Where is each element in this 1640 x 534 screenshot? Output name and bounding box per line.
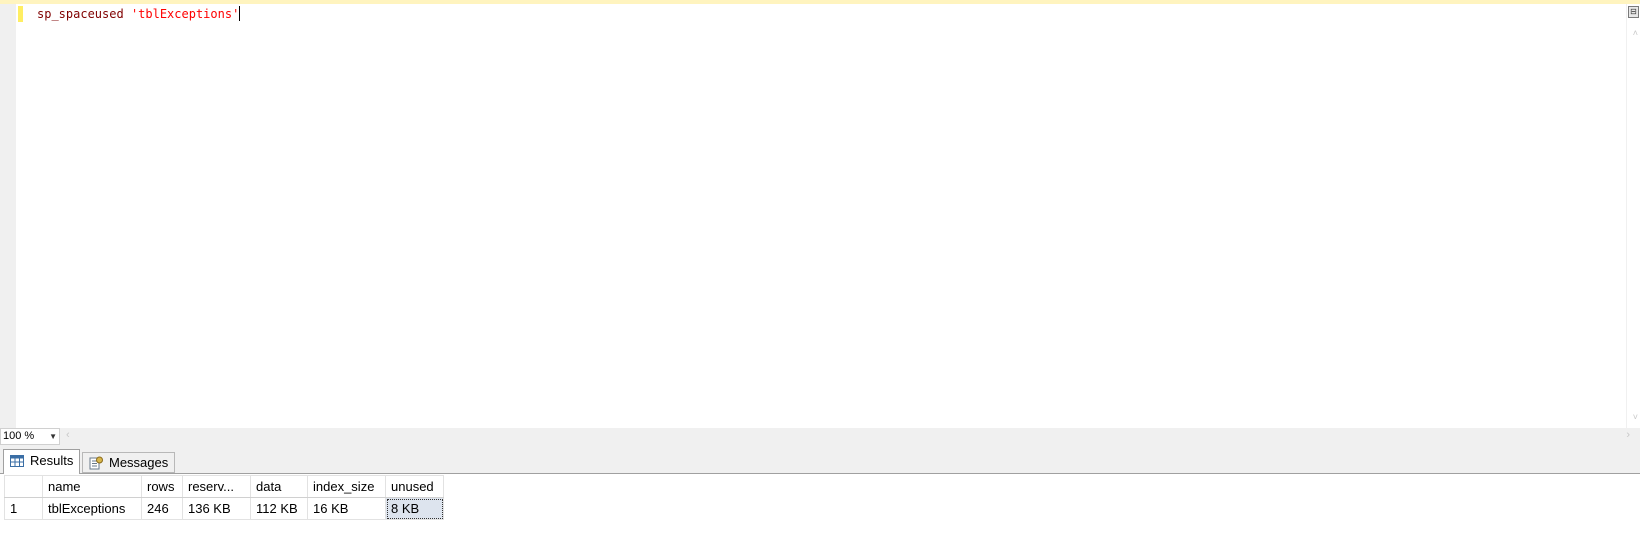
results-grid-area: name rows reserv... data index_size unus… xyxy=(0,474,1640,534)
tab-messages[interactable]: Messages xyxy=(82,452,175,473)
code-line-1[interactable]: sp_spaceused 'tblExceptions' xyxy=(37,4,241,24)
cell-name[interactable]: tblExceptions xyxy=(42,497,142,520)
chevron-down-icon[interactable]: ▼ xyxy=(49,429,57,444)
query-window: sp_spaceused 'tblExceptions' ⊟ ˄ ˅ 100 %… xyxy=(0,0,1640,534)
results-grid: name rows reserv... data index_size unus… xyxy=(4,475,444,520)
scroll-up-icon[interactable]: ˄ xyxy=(1633,28,1638,38)
column-header-reserved[interactable]: reserv... xyxy=(182,475,251,498)
string-argument-token: 'tblExceptions' xyxy=(130,7,240,21)
editor-vertical-scrollbar[interactable]: ⊟ ˄ ˅ xyxy=(1626,4,1640,429)
column-header-name[interactable]: name xyxy=(42,475,142,498)
column-header-rows[interactable]: rows xyxy=(141,475,183,498)
text-caret xyxy=(239,6,241,21)
column-header-unused[interactable]: unused xyxy=(385,475,444,498)
editor-gutter xyxy=(0,4,16,429)
scroll-left-icon[interactable]: ‹ xyxy=(66,429,70,441)
split-window-icon[interactable]: ⊟ xyxy=(1628,6,1639,18)
grid-icon xyxy=(10,455,24,467)
messages-icon xyxy=(89,456,103,470)
change-marker xyxy=(18,6,23,22)
tab-messages-label: Messages xyxy=(109,455,169,470)
zoom-and-hscroll-bar: 100 % ▼ ‹ › xyxy=(0,428,1640,445)
tab-results-label: Results xyxy=(30,453,74,468)
results-tab-strip: Results Messages xyxy=(0,445,1640,474)
cell-data[interactable]: 112 KB xyxy=(250,497,308,520)
scroll-right-icon[interactable]: › xyxy=(1626,429,1630,441)
tab-results[interactable]: Results xyxy=(3,449,80,474)
scroll-down-icon[interactable]: ˅ xyxy=(1633,412,1638,422)
cell-reserved[interactable]: 136 KB xyxy=(182,497,251,520)
query-editor[interactable]: sp_spaceused 'tblExceptions' ⊟ ˄ ˅ xyxy=(0,4,1640,429)
column-header-index-size[interactable]: index_size xyxy=(307,475,386,498)
grid-header-row: name rows reserv... data index_size unus… xyxy=(4,475,444,498)
zoom-value: 100 % xyxy=(3,430,35,442)
cell-unused[interactable]: 8 KB xyxy=(385,497,444,520)
cell-rows[interactable]: 246 xyxy=(141,497,183,520)
zoom-select[interactable]: 100 % ▼ xyxy=(0,428,60,445)
cell-index-size[interactable]: 16 KB xyxy=(307,497,386,520)
row-number[interactable]: 1 xyxy=(4,497,43,520)
proc-name-token: sp_spaceused xyxy=(37,7,124,21)
column-header-data[interactable]: data xyxy=(250,475,308,498)
table-row: 1 tblExceptions 246 136 KB 112 KB 16 KB … xyxy=(4,497,444,520)
row-header-corner[interactable] xyxy=(4,475,43,498)
